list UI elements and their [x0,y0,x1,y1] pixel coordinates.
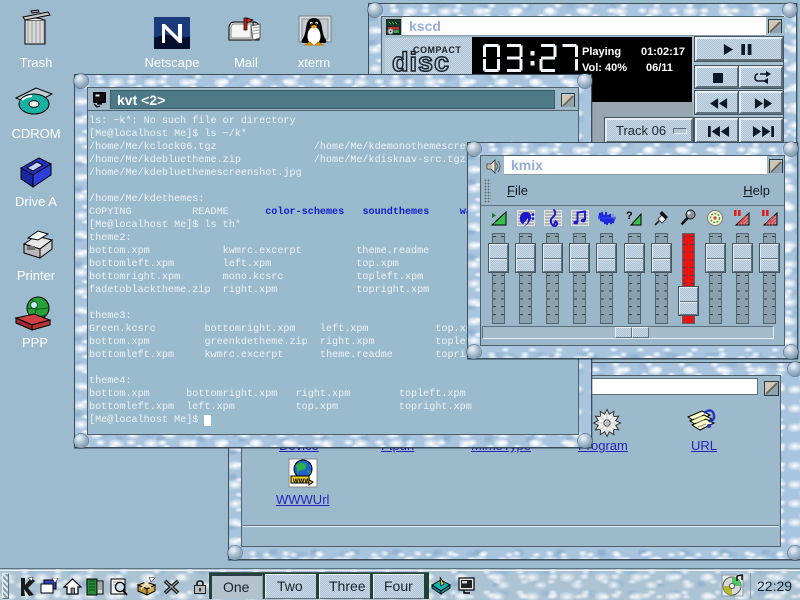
svg-text:Vol: 40%: Vol: 40% [582,62,627,74]
svg-text:01:02:17: 01:02:17 [641,46,685,58]
svg-text:WWW: WWW [293,479,310,485]
svg-text:?: ? [626,210,633,222]
svg-text:06/11: 06/11 [646,62,673,74]
svg-text:Playing: Playing [582,46,621,58]
svg-text:disc: disc [392,47,450,77]
